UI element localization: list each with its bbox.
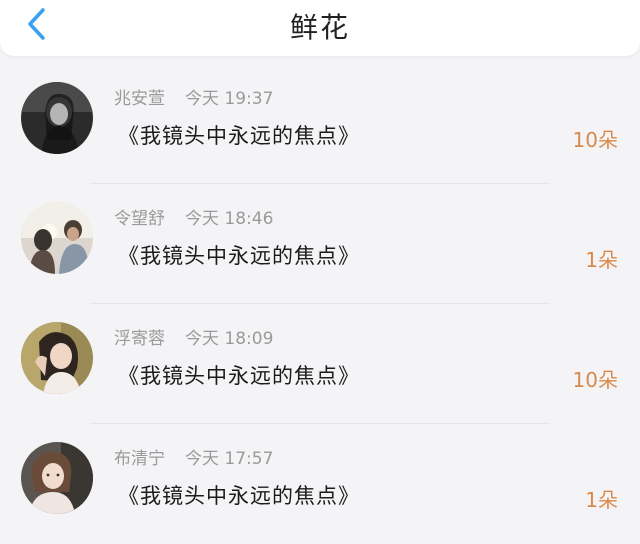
gift-message: 《我镜头中永远的焦点》 — [118, 484, 360, 508]
list-item[interactable]: 布清宁 今天 17:57 《我镜头中永远的焦点》 1朵 — [0, 424, 640, 544]
avatar[interactable] — [21, 202, 93, 274]
timestamp: 今天 18:09 — [185, 329, 274, 349]
gift-message: 《我镜头中永远的焦点》 — [118, 364, 360, 388]
avatar[interactable] — [21, 442, 93, 514]
list-item[interactable]: 兆安萱 今天 19:37 《我镜头中永远的焦点》 10朵 — [0, 64, 640, 184]
sender-name: 浮寄蓉 — [114, 329, 165, 349]
timestamp: 今天 17:57 — [185, 449, 274, 469]
sender-meta: 浮寄蓉 今天 18:09 — [114, 324, 273, 349]
sender-name: 兆安萱 — [114, 89, 165, 109]
flower-count: 10朵 — [572, 368, 618, 392]
sender-meta: 兆安萱 今天 19:37 — [114, 84, 273, 109]
sender-meta: 令望舒 今天 18:46 — [114, 204, 273, 229]
list-item[interactable]: 令望舒 今天 18:46 《我镜头中永远的焦点》 1朵 — [0, 184, 640, 304]
gift-message: 《我镜头中永远的焦点》 — [118, 124, 360, 148]
sender-meta: 布清宁 今天 17:57 — [114, 444, 273, 469]
page-title: 鲜花 — [289, 11, 350, 44]
list-item[interactable]: 浮寄蓉 今天 18:09 《我镜头中永远的焦点》 10朵 — [0, 304, 640, 424]
sender-name: 布清宁 — [114, 449, 165, 469]
timestamp: 今天 19:37 — [185, 89, 274, 109]
top-bar: 鲜花 — [0, 0, 640, 56]
avatar[interactable] — [21, 322, 93, 394]
flower-count: 1朵 — [585, 488, 618, 512]
flower-gift-list: 兆安萱 今天 19:37 《我镜头中永远的焦点》 10朵 令望舒 今天 18:46 … — [0, 64, 640, 544]
timestamp: 今天 18:46 — [185, 209, 274, 229]
sender-name: 令望舒 — [114, 209, 165, 229]
gift-message: 《我镜头中永远的焦点》 — [118, 244, 360, 268]
flower-count: 10朵 — [572, 128, 618, 152]
flower-count: 1朵 — [585, 248, 618, 272]
avatar[interactable] — [21, 82, 93, 154]
